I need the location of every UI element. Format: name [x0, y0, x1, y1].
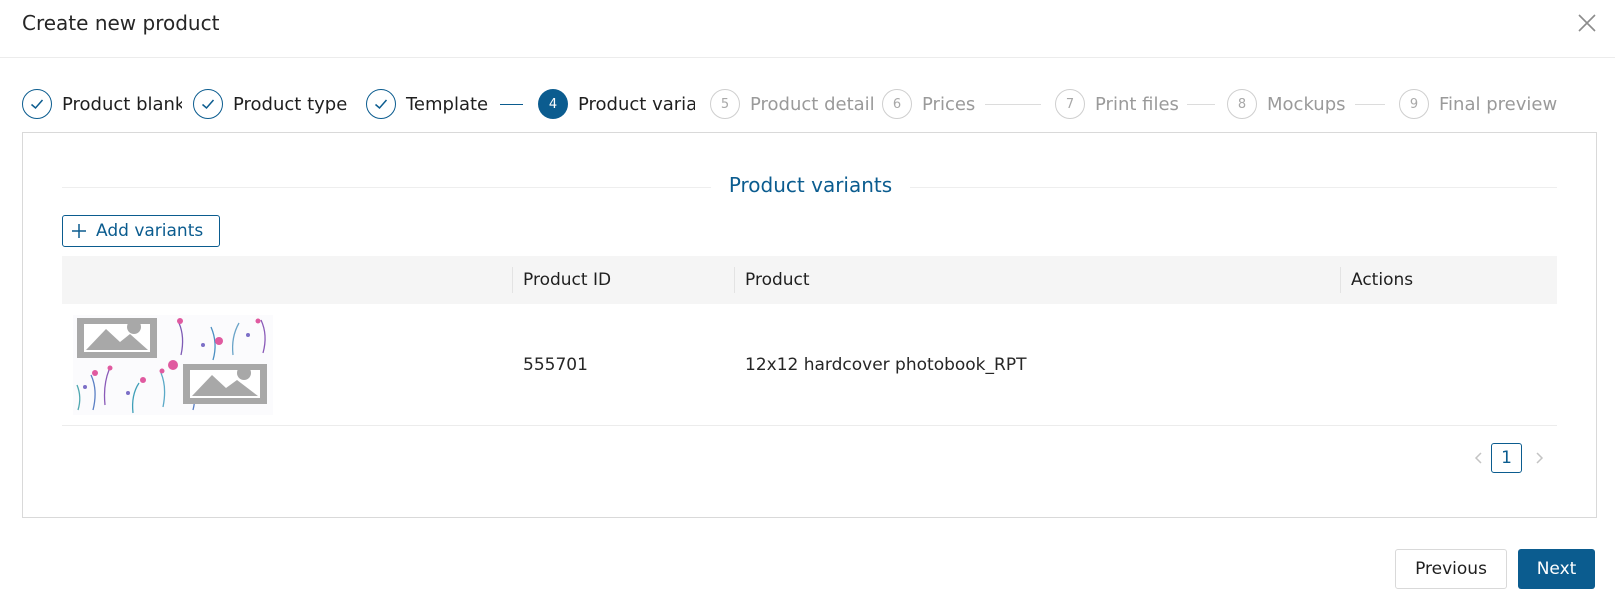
variant-thumbnail	[73, 315, 273, 415]
step-label: Prices	[922, 93, 976, 115]
step-prices[interactable]: 6 Prices	[882, 89, 982, 119]
cell-product-id: 555701	[523, 355, 588, 375]
step-product-detail[interactable]: 5 Product detail	[710, 89, 875, 119]
content-card: Product variants Add variants Product ID…	[22, 132, 1597, 518]
step-connector	[500, 104, 523, 105]
check-icon	[193, 89, 223, 119]
table-header: Product ID Product Actions	[62, 256, 1557, 304]
step-label: Final preview	[1439, 93, 1558, 115]
next-button[interactable]: Next	[1518, 549, 1595, 589]
step-connector	[1187, 104, 1215, 105]
table-row[interactable]: 555701 12x12 hardcover photobook_RPT	[62, 304, 1557, 426]
step-product-variants[interactable]: 4 Product variar	[538, 89, 695, 119]
previous-button[interactable]: Previous	[1395, 549, 1507, 589]
step-label: Print files	[1095, 93, 1179, 115]
add-variants-label: Add variants	[96, 221, 204, 241]
dialog-header: Create new product	[0, 0, 1615, 58]
step-number: 6	[882, 89, 912, 119]
column-header-product: Product	[745, 270, 810, 290]
check-icon	[366, 89, 396, 119]
step-number: 5	[710, 89, 740, 119]
page-button[interactable]: 1	[1491, 443, 1522, 473]
column-separator	[1340, 267, 1341, 293]
add-variants-button[interactable]: Add variants	[62, 215, 220, 247]
step-print-files[interactable]: 7 Print files	[1055, 89, 1185, 119]
section-title-wrap: Product variants	[23, 173, 1598, 197]
chevron-right-icon[interactable]	[1531, 450, 1547, 466]
step-number: 8	[1227, 89, 1257, 119]
column-header-product-id: Product ID	[523, 270, 612, 290]
chevron-left-icon[interactable]	[1471, 450, 1487, 466]
step-final-preview[interactable]: 9 Final preview	[1399, 89, 1597, 119]
check-icon	[22, 89, 52, 119]
step-number: 4	[538, 89, 568, 119]
step-connector	[985, 104, 1041, 105]
step-template[interactable]: Template	[366, 89, 491, 119]
step-label: Mockups	[1267, 93, 1346, 115]
step-product-type[interactable]: Product type	[193, 89, 348, 119]
column-header-actions: Actions	[1351, 270, 1414, 290]
step-number: 9	[1399, 89, 1429, 119]
step-label: Product detail	[750, 93, 875, 115]
step-label: Product variar	[578, 93, 695, 115]
cell-product: 12x12 hardcover photobook_RPT	[745, 355, 1027, 375]
step-connector	[1355, 104, 1385, 105]
pagination: 1	[1471, 443, 1571, 473]
step-label: Product blank	[62, 93, 182, 115]
column-separator	[734, 267, 735, 293]
stepper: Product blank Product type Template 4 Pr…	[22, 89, 1597, 119]
close-icon[interactable]	[1576, 12, 1598, 34]
step-label: Product type	[233, 93, 348, 115]
column-separator	[512, 267, 513, 293]
section-title: Product variants	[710, 173, 911, 197]
step-number: 7	[1055, 89, 1085, 119]
step-label: Template	[406, 93, 489, 115]
step-product-blank[interactable]: Product blank	[22, 89, 182, 119]
variants-table: Product ID Product Actions 555701 12x12 …	[62, 256, 1557, 426]
plus-icon	[71, 223, 87, 239]
step-mockups[interactable]: 8 Mockups	[1227, 89, 1352, 119]
dialog-title: Create new product	[22, 11, 220, 35]
